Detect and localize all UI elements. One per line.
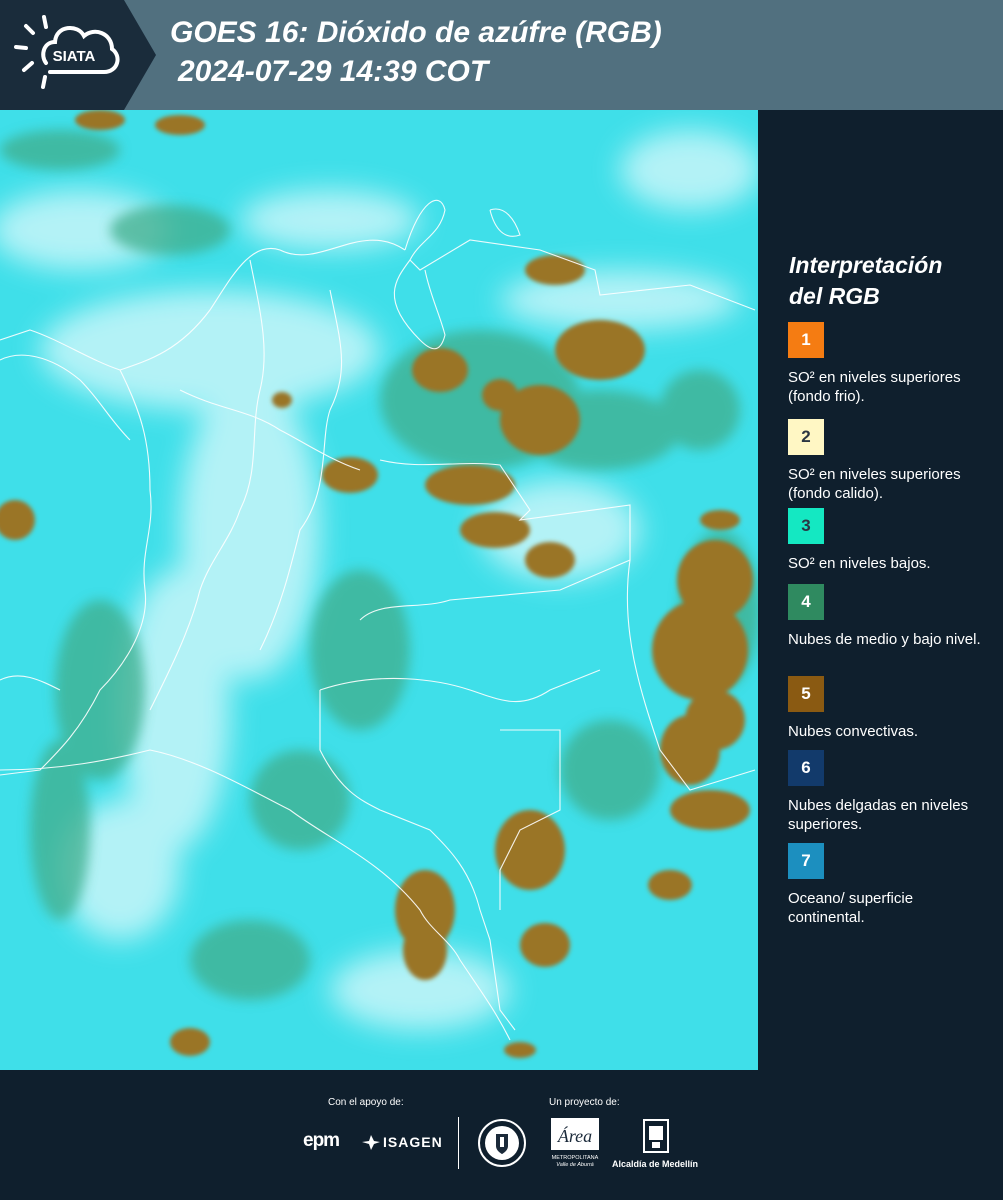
legend-title: Interpretación del RGB — [789, 250, 989, 312]
legend-item-4: 4 Nubes de medio y bajo nivel. — [788, 584, 988, 649]
page-title: GOES 16: Dióxido de azúfre (RGB) — [170, 16, 662, 49]
legend-swatch-6: 6 — [788, 750, 824, 786]
legend-number-2: 2 — [801, 427, 811, 446]
legend-label-5: Nubes convectivas. — [788, 723, 919, 740]
legend-panel: Interpretación del RGB 1 SO² en niveles … — [758, 110, 1003, 1070]
legend-swatch-7: 7 — [788, 843, 824, 879]
footer-bar: Con el apoyo de: Un proyecto de: epm ISA… — [0, 1070, 1003, 1200]
legend-label-7: Oceano/ superficie continental. — [788, 890, 914, 926]
siata-logo: SIATA — [0, 0, 156, 110]
legend-number-3: 3 — [801, 516, 811, 535]
legend-title-line2: del RGB — [789, 283, 880, 309]
alcaldia-shield-icon — [643, 1119, 669, 1153]
legend-label-2: SO² en niveles superiores (fondo calido)… — [788, 466, 961, 502]
legend-swatch-5: 5 — [788, 676, 824, 712]
legend-item-1: 1 SO² en niveles superiores (fondo frio)… — [788, 322, 988, 406]
legend-number-6: 6 — [801, 758, 811, 777]
legend-swatch-2: 2 — [788, 419, 824, 455]
logo-text: SIATA — [53, 48, 96, 65]
legend-swatch-4: 4 — [788, 584, 824, 620]
area-sub-2: Valle de Aburrá — [556, 1162, 594, 1168]
footer-divider — [458, 1117, 459, 1169]
legend-title-line1: Interpretación — [789, 252, 943, 278]
legend-item-3: 3 SO² en niveles bajos. — [788, 508, 988, 573]
area-logo-text: Área — [557, 1125, 592, 1146]
legend-item-7: 7 Oceano/ superficie continental. — [788, 843, 988, 927]
legend-number-5: 5 — [801, 684, 811, 703]
legend-item-5: 5 Nubes convectivas. — [788, 676, 988, 741]
isagen-mark-icon — [362, 1135, 380, 1150]
legend-label-1: SO² en niveles superiores (fondo frio). — [788, 369, 961, 405]
area-sub-1: METROPOLITANA — [552, 1155, 599, 1161]
legend-number-4: 4 — [801, 592, 811, 611]
support-label: Con el apoyo de: — [328, 1097, 404, 1108]
isagen-logo: ISAGEN — [383, 1134, 443, 1150]
legend-item-2: 2 SO² en niveles superiores (fondo calid… — [788, 419, 988, 503]
legend-number-1: 1 — [801, 330, 811, 349]
legend-label-3: SO² en niveles bajos. — [788, 555, 931, 572]
timestamp: 2024-07-29 14:39 COT — [178, 55, 489, 88]
legend-item-6: 6 Nubes delgadas en niveles superiores. — [788, 750, 988, 834]
header-bar: SIATA GOES 16: Dióxido de azúfre (RGB) 2… — [0, 0, 1003, 110]
legend-swatch-1: 1 — [788, 322, 824, 358]
project-label: Un proyecto de: — [549, 1097, 620, 1108]
satellite-map — [0, 110, 758, 1070]
alcaldia-text: Alcaldía de Medellín — [612, 1159, 699, 1169]
legend-label-6: Nubes delgadas en niveles superiores. — [788, 797, 969, 833]
area-metropolitana-logo: Área METROPOLITANA Valle de Aburrá — [551, 1118, 599, 1168]
medellin-seal-icon — [478, 1119, 526, 1167]
epm-logo: epm — [303, 1130, 340, 1151]
legend-number-7: 7 — [801, 851, 811, 870]
legend-swatch-3: 3 — [788, 508, 824, 544]
legend-label-4: Nubes de medio y bajo nivel. — [788, 631, 981, 648]
